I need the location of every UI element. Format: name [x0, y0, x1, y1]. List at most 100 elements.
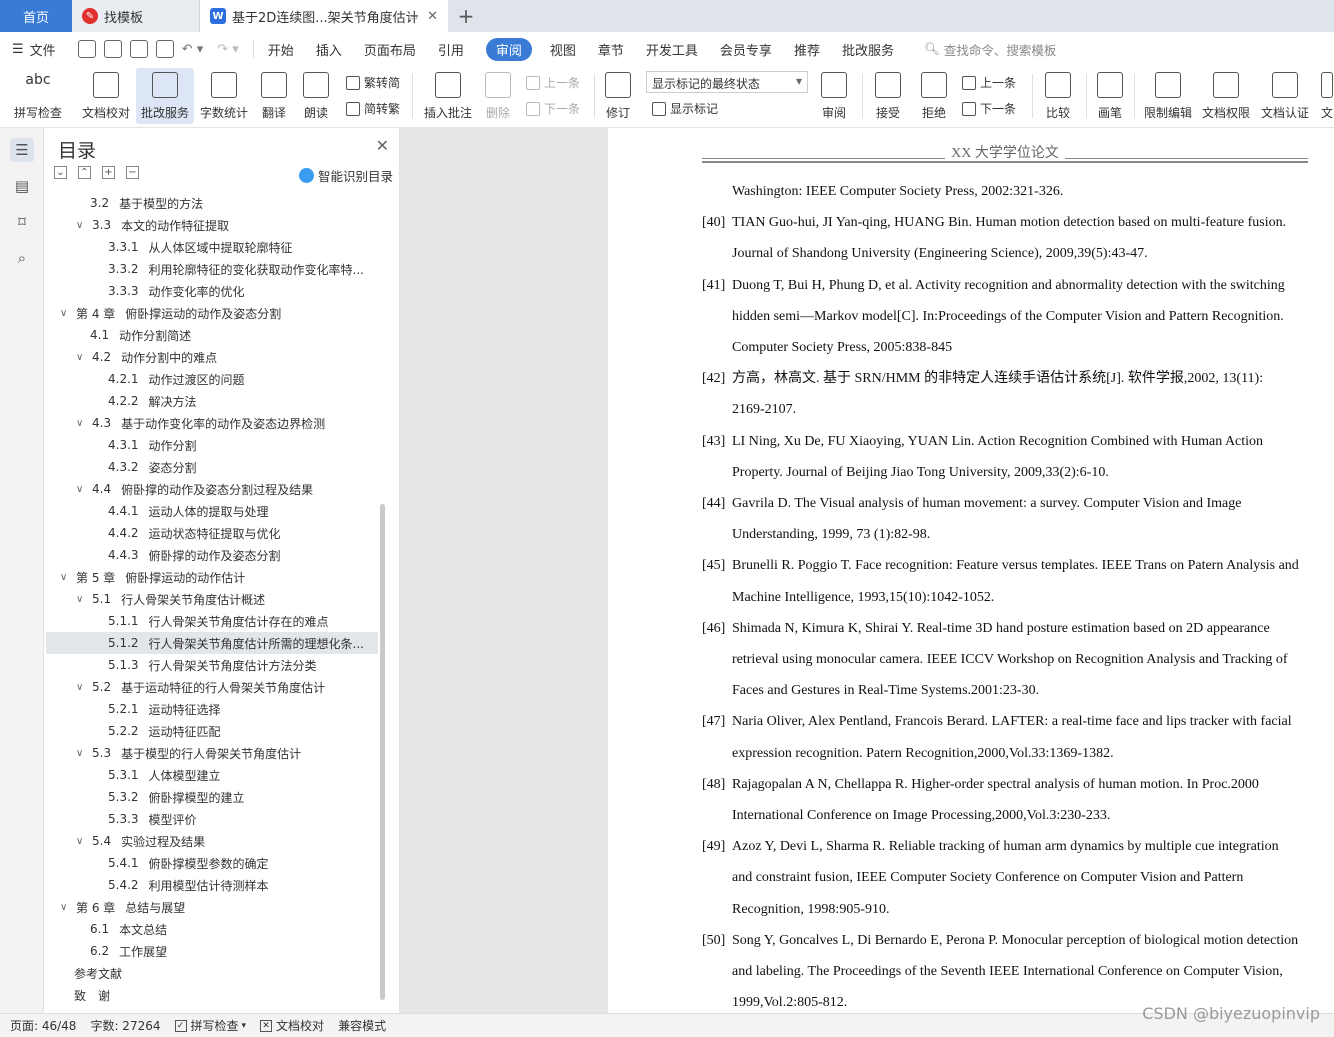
menu-tab-9[interactable]: 推荐: [794, 40, 820, 59]
toc-item[interactable]: 4.4.3 俯卧撑的动作及姿态分割: [46, 544, 378, 566]
toc-item[interactable]: 6.2 工作展望: [46, 940, 378, 962]
print-preview-icon[interactable]: [155, 40, 174, 58]
revise-button[interactable]: 修订: [600, 68, 636, 124]
toc-item[interactable]: 5.2.1 运动特征选择: [46, 698, 378, 720]
toc-item[interactable]: ∨ 5.3 基于模型的行人骨架关节角度估计: [46, 742, 378, 764]
window-restore-icon[interactable]: ▭: [408, 10, 418, 23]
toc-item[interactable]: 5.3.1 人体模型建立: [46, 764, 378, 786]
toc-item[interactable]: 4.1 动作分割简述: [46, 324, 378, 346]
redo-icon[interactable]: ↷ ▾: [217, 42, 239, 57]
undo-icon[interactable]: ↶ ▾: [182, 42, 204, 57]
menu-tab-2[interactable]: 页面布局: [364, 40, 416, 59]
export-pdf-icon[interactable]: [103, 40, 122, 58]
toc-item[interactable]: 5.3.2 俯卧撑模型的建立: [46, 786, 378, 808]
search-panel-icon[interactable]: ⌕: [10, 246, 34, 270]
remove-heading-icon[interactable]: −: [126, 166, 139, 179]
chevron-down-icon[interactable]: ∨: [60, 572, 72, 583]
markup-state-select[interactable]: 显示标记的最终状态: [646, 71, 808, 93]
toc-item[interactable]: 5.1.2 行人骨架关节角度估计所需的理想化条...: [46, 632, 378, 654]
file-menu[interactable]: ☰ 文件: [12, 40, 56, 59]
review-pane-button[interactable]: 审阅: [816, 68, 852, 124]
spell-check-button[interactable]: abc 拼写检查: [10, 68, 66, 124]
toc-item[interactable]: 5.4.2 利用模型估计待测样本: [46, 874, 378, 896]
read-aloud-button[interactable]: 朗读: [300, 68, 332, 124]
insert-comment-button[interactable]: 插入批注: [422, 68, 474, 124]
close-tab-icon[interactable]: ✕: [427, 9, 438, 24]
chevron-down-icon[interactable]: ∨: [76, 836, 88, 847]
compare-button[interactable]: 比较: [1040, 68, 1076, 124]
word-count-indicator[interactable]: 字数: 27264: [90, 1017, 160, 1034]
next-change-button[interactable]: 下一条: [962, 100, 1016, 117]
status-doc-check[interactable]: ✕ 文档校对: [260, 1017, 324, 1034]
chevron-down-icon[interactable]: ∨: [60, 902, 72, 913]
toc-item[interactable]: 4.3.1 动作分割: [46, 434, 378, 456]
more-ribbon-button[interactable]: 文: [1320, 68, 1334, 124]
next-comment-button[interactable]: 下一条: [526, 100, 580, 117]
toc-item[interactable]: ∨ 3.3 本文的动作特征提取: [46, 214, 378, 236]
chevron-down-icon[interactable]: ∨: [76, 418, 88, 429]
menu-tab-6[interactable]: 章节: [598, 40, 624, 59]
delete-comment-button[interactable]: 删除: [480, 68, 516, 124]
toc-item[interactable]: ∨ 5.2 基于运动特征的行人骨架关节角度估计: [46, 676, 378, 698]
toc-item[interactable]: ∨ 5.4 实验过程及结果: [46, 830, 378, 852]
correct-service-button[interactable]: 批改服务: [136, 68, 194, 124]
toc-item[interactable]: 6.1 本文总结: [46, 918, 378, 940]
toc-item[interactable]: ∨ 第 4 章俯卧撑运动的动作及姿态分割: [46, 302, 378, 324]
doc-check-button[interactable]: 文档校对: [78, 68, 134, 124]
toc-item[interactable]: 5.3.3 模型评价: [46, 808, 378, 830]
restrict-edit-button[interactable]: 限制编辑: [1140, 68, 1196, 124]
toc-item[interactable]: 4.4.2 运动状态特征提取与优化: [46, 522, 378, 544]
toc-item[interactable]: 5.1.3 行人骨架关节角度估计方法分类: [46, 654, 378, 676]
chevron-down-icon[interactable]: ∨: [76, 748, 88, 759]
simp-to-trad-button[interactable]: 简转繁: [346, 100, 400, 117]
toc-item[interactable]: 5.1.1 行人骨架关节角度估计存在的难点: [46, 610, 378, 632]
chevron-down-icon[interactable]: ∨: [60, 308, 72, 319]
trad-to-simp-button[interactable]: 繁转简: [346, 74, 400, 91]
menu-tab-8[interactable]: 会员专享: [720, 40, 772, 59]
new-tab-button[interactable]: +: [448, 0, 484, 32]
toc-item[interactable]: 4.3.2 姿态分割: [46, 456, 378, 478]
chevron-down-icon[interactable]: ∨: [76, 682, 88, 693]
menu-tab-10[interactable]: 批改服务: [842, 40, 894, 59]
prev-change-button[interactable]: 上一条: [962, 74, 1016, 91]
chevron-down-icon[interactable]: ∨: [76, 484, 88, 495]
pen-button[interactable]: 画笔: [1094, 68, 1126, 124]
doc-rights-button[interactable]: 文档权限: [1200, 68, 1252, 124]
toc-item[interactable]: 3.3.2 利用轮廓特征的变化获取动作变化率特...: [46, 258, 378, 280]
ai-toc-button[interactable]: 智能识别目录: [298, 166, 393, 185]
doc-auth-button[interactable]: 文档认证: [1258, 68, 1312, 124]
print-icon[interactable]: [129, 40, 148, 58]
toc-item[interactable]: 5.4.1 俯卧撑模型参数的确定: [46, 852, 378, 874]
toc-item[interactable]: 4.2.1 动作过渡区的问题: [46, 368, 378, 390]
toc-item[interactable]: ∨ 4.3 基于动作变化率的动作及姿态边界检测: [46, 412, 378, 434]
prev-comment-button[interactable]: 上一条: [526, 74, 580, 91]
translate-button[interactable]: 翻译: [256, 68, 292, 124]
menu-tab-5[interactable]: 视图: [550, 40, 576, 59]
menu-tab-0[interactable]: 开始: [268, 40, 294, 59]
tab-document[interactable]: W 基于2D连续图...架关节角度估计 ▭ ✕: [200, 0, 448, 32]
toc-scrollbar[interactable]: [380, 504, 385, 1000]
toc-item[interactable]: ∨ 第 6 章总结与展望: [46, 896, 378, 918]
word-count-button[interactable]: 字数统计: [198, 68, 250, 124]
menu-tab-1[interactable]: 插入: [316, 40, 342, 59]
close-icon[interactable]: ✕: [376, 136, 389, 155]
expand-all-icon[interactable]: ⌃: [78, 166, 91, 179]
collapse-all-icon[interactable]: ⌄: [54, 166, 67, 179]
menu-tab-3[interactable]: 引用: [438, 40, 464, 59]
toc-item[interactable]: ∨ 4.4 俯卧撑的动作及姿态分割过程及结果: [46, 478, 378, 500]
menu-tab-4[interactable]: 审阅: [485, 37, 532, 61]
status-spell-check[interactable]: ✓ 拼写检查 ▾: [174, 1017, 246, 1034]
toc-item[interactable]: 3.3.1 从人体区域中提取轮廓特征: [46, 236, 378, 258]
toc-item[interactable]: ∨ 4.2 动作分割中的难点: [46, 346, 378, 368]
command-search[interactable]: 🔍︎ 查找命令、搜索模板: [924, 40, 1056, 59]
toc-item[interactable]: ∨ 第 5 章俯卧撑运动的动作估计: [46, 566, 378, 588]
save-icon[interactable]: [77, 40, 96, 58]
toc-item[interactable]: 参考文献: [46, 962, 378, 984]
chevron-down-icon[interactable]: ∨: [76, 594, 88, 605]
chapter-nav-icon[interactable]: ▤: [10, 174, 34, 198]
chevron-down-icon[interactable]: ∨: [76, 220, 88, 231]
document-page[interactable]: XX 大学学位论文 Washington: IEEE Computer Soci…: [608, 128, 1334, 1013]
page-indicator[interactable]: 页面: 46/48: [10, 1017, 76, 1034]
reject-button[interactable]: 拒绝: [916, 68, 952, 124]
tab-template[interactable]: ✎ 找模板: [72, 0, 200, 32]
